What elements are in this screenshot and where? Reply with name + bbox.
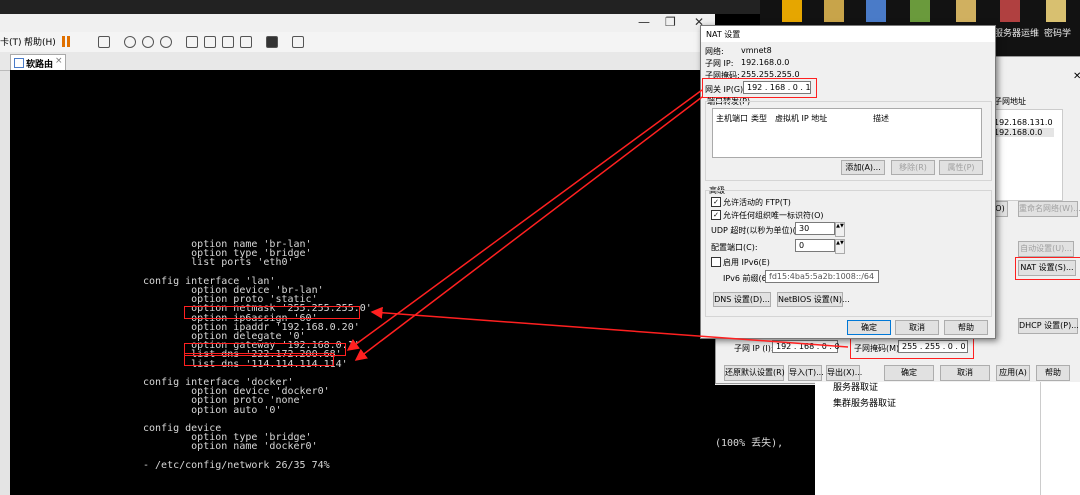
annotation-arrows — [346, 89, 849, 361]
arrow-gateway — [346, 89, 703, 351]
arrow-netmask — [370, 306, 849, 348]
arrow-dns — [354, 96, 703, 361]
